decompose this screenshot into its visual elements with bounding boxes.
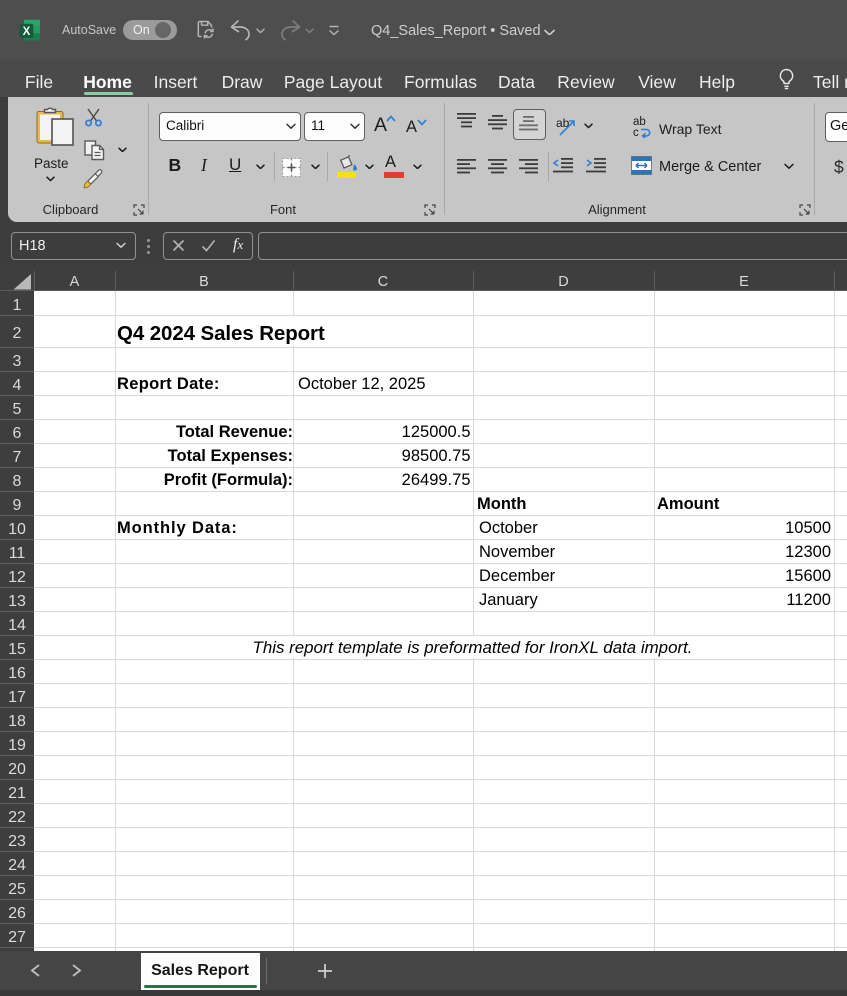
- svg-text:c: c: [633, 127, 639, 138]
- svg-text:X: X: [23, 26, 31, 38]
